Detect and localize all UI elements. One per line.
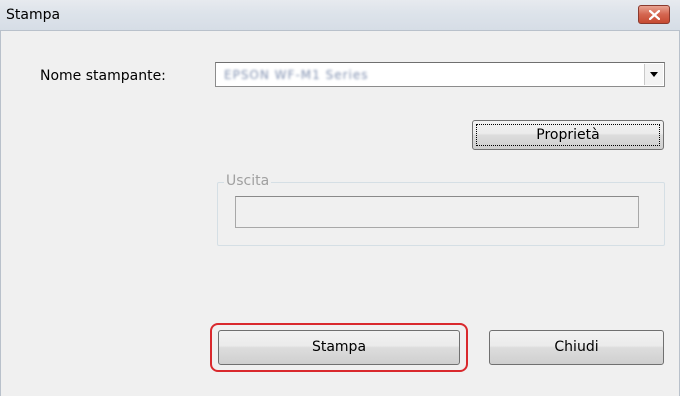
printer-select-value: EPSON WF-M1 Series — [224, 68, 369, 82]
properties-button[interactable]: Proprietà — [472, 120, 664, 150]
close-button[interactable]: Chiudi — [489, 330, 664, 365]
print-button[interactable]: Stampa — [218, 330, 460, 365]
window-title: Stampa — [6, 7, 61, 23]
close-icon — [649, 10, 660, 20]
chevron-down-icon — [650, 72, 658, 77]
title-bar[interactable]: Stampa — [0, 0, 680, 31]
print-dialog: Stampa Nome stampante: EPSON WF-M1 Serie… — [0, 0, 680, 396]
printer-dropdown-button[interactable] — [644, 64, 663, 85]
properties-button-label: Proprietà — [536, 127, 600, 143]
printer-name-label: Nome stampante: — [40, 68, 166, 84]
close-window-button[interactable] — [638, 5, 670, 24]
output-field — [235, 196, 639, 228]
printer-select[interactable]: EPSON WF-M1 Series — [215, 62, 665, 87]
output-group-label: Uscita — [224, 173, 272, 189]
